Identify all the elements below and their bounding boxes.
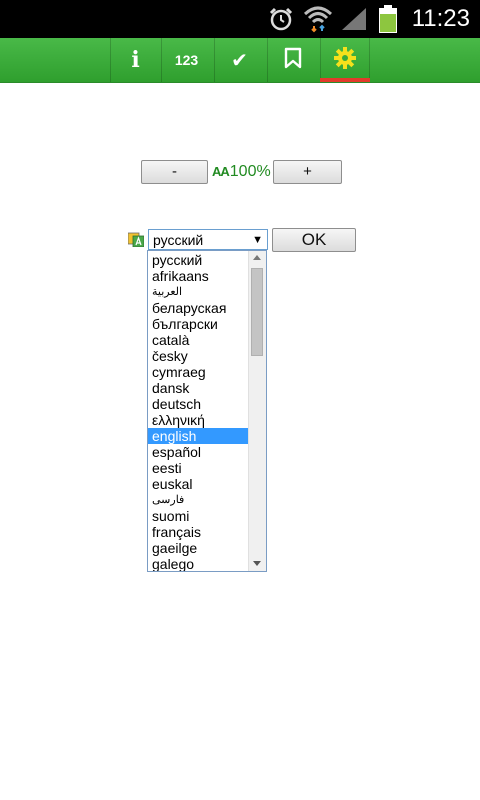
status-bar: 11:23 (0, 0, 480, 38)
scroll-up-icon[interactable] (253, 255, 261, 260)
active-tab-indicator (320, 78, 370, 82)
battery-icon (374, 0, 402, 38)
scroll-down-icon[interactable] (253, 561, 261, 566)
language-option[interactable]: français (148, 524, 249, 540)
zoom-value: 100% (229, 163, 271, 180)
gear-icon (333, 46, 357, 75)
language-option[interactable]: català (148, 332, 249, 348)
language-options: русский afrikaans العربية беларуская бъл… (148, 252, 249, 571)
language-option[interactable]: deutsch (148, 396, 249, 412)
language-option[interactable]: български (148, 316, 249, 332)
dropdown-arrow-icon: ▼ (252, 234, 263, 246)
info-button[interactable]: i (110, 38, 160, 82)
zoom-in-button[interactable]: + (273, 160, 342, 184)
language-option[interactable]: русский (148, 252, 249, 268)
language-option[interactable]: eesti (148, 460, 249, 476)
language-option[interactable]: suomi (148, 508, 249, 524)
settings-button[interactable] (320, 38, 370, 82)
language-option[interactable]: беларуская (148, 300, 249, 316)
language-option[interactable]: cymraeg (148, 364, 249, 380)
numbers-icon: 123 (174, 52, 199, 68)
signal-icon (338, 0, 370, 38)
language-select[interactable]: русский ▼ (148, 229, 268, 250)
dropdown-scrollbar[interactable] (248, 251, 266, 571)
ok-button[interactable]: OK (272, 228, 356, 252)
language-icon (127, 232, 145, 248)
font-size-icon: AA (212, 164, 230, 179)
language-dropdown-list[interactable]: русский afrikaans العربية беларуская бъл… (147, 250, 267, 572)
language-option[interactable]: česky (148, 348, 249, 364)
language-option[interactable]: العربية (148, 284, 249, 300)
wifi-icon (302, 0, 334, 38)
zoom-level: AA100% (212, 161, 271, 183)
info-icon: i (131, 47, 140, 73)
clock: 11:23 (411, 5, 470, 32)
language-option-selected[interactable]: english (148, 428, 249, 444)
bookmark-icon (284, 47, 302, 74)
zoom-out-button[interactable]: - (141, 160, 208, 184)
numbers-button[interactable]: 123 (161, 38, 211, 82)
scrollbar-thumb[interactable] (251, 268, 263, 356)
bookmark-button[interactable] (267, 38, 317, 82)
language-option[interactable]: ελληνική (148, 412, 249, 428)
language-option[interactable]: afrikaans (148, 268, 249, 284)
language-option[interactable]: gaeilge (148, 540, 249, 556)
language-option[interactable]: euskal (148, 476, 249, 492)
alarm-icon (266, 0, 296, 38)
check-button[interactable]: ✔ (214, 38, 264, 82)
language-select-value: русский (153, 232, 204, 248)
toolbar: i 123 ✔ (0, 38, 480, 83)
check-icon: ✔ (231, 48, 248, 72)
language-option[interactable]: dansk (148, 380, 249, 396)
language-option[interactable]: galego (148, 556, 249, 571)
language-option[interactable]: español (148, 444, 249, 460)
language-option[interactable]: فارسی (148, 492, 249, 508)
